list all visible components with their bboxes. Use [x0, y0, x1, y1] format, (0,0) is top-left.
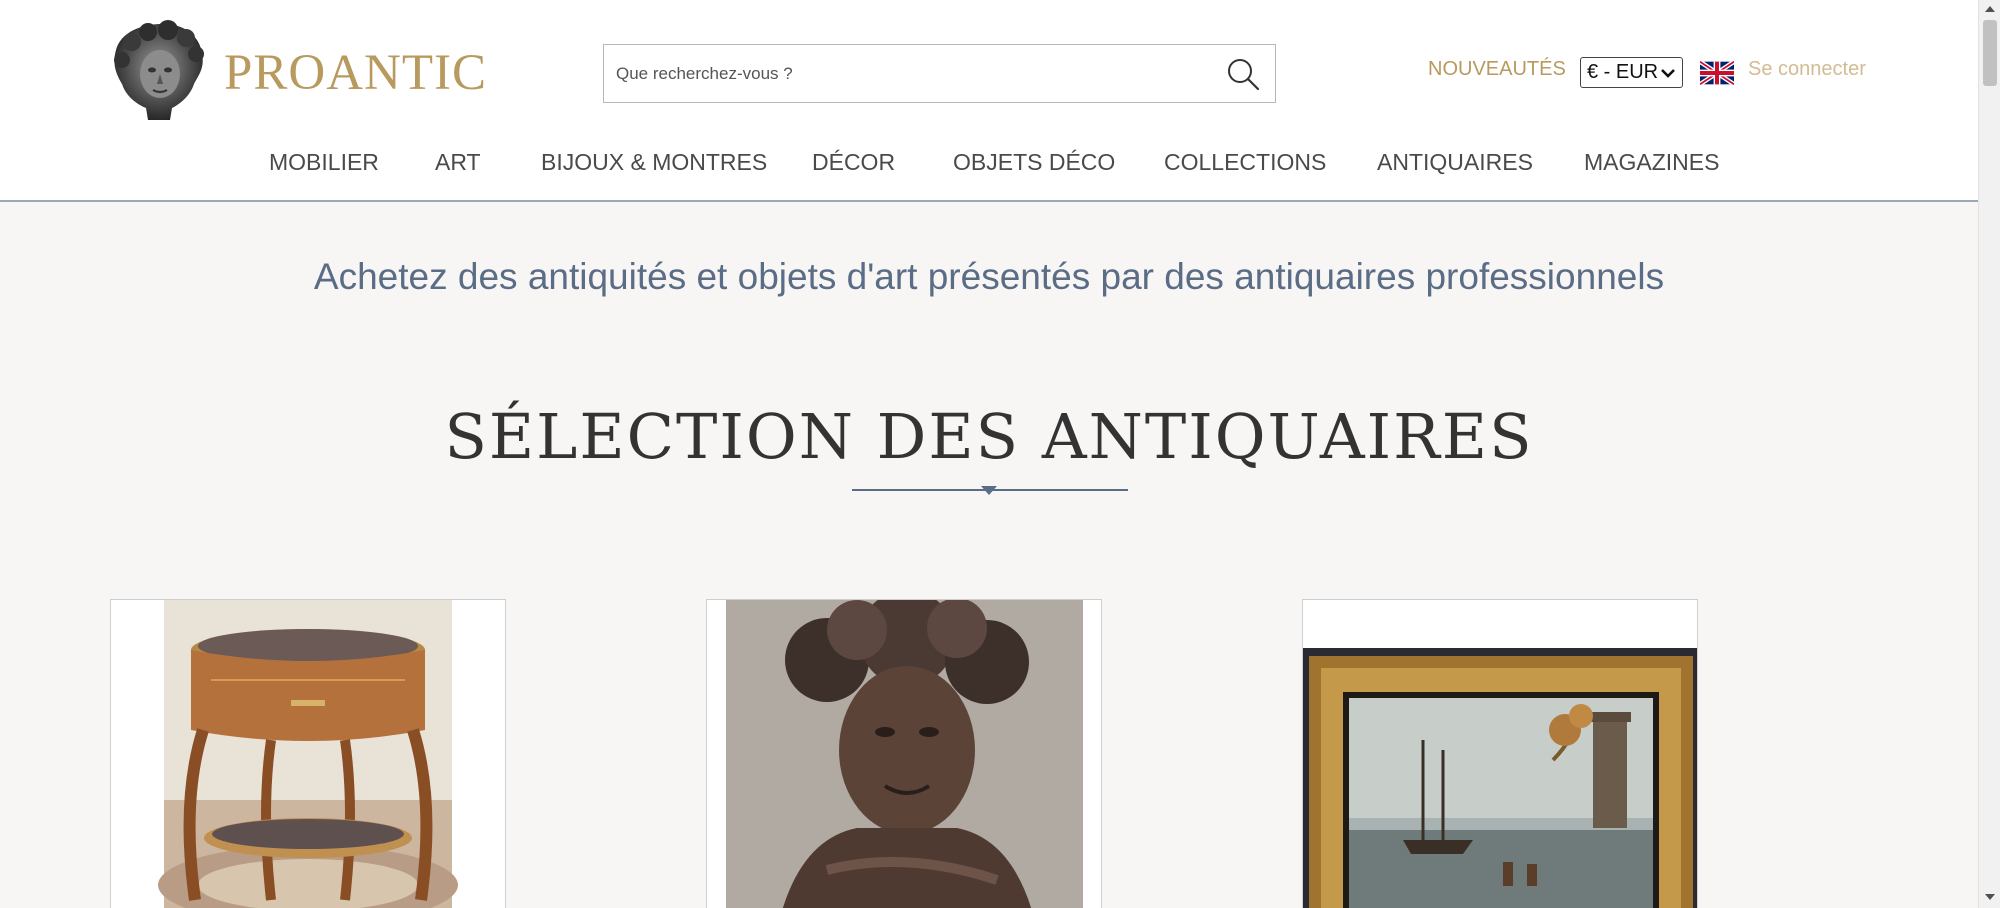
new-arrivals-link[interactable]: NOUVEAUTÉS	[1428, 58, 1566, 81]
scroll-up-arrow-icon[interactable]	[1984, 4, 1996, 14]
nav-item-bijoux-montres[interactable]: BIJOUX & MONTRES	[541, 149, 767, 176]
product-card[interactable]	[110, 599, 506, 908]
scrollbar-thumb[interactable]	[1983, 20, 1997, 86]
nav-item-objets-deco[interactable]: OBJETS DÉCO	[953, 149, 1115, 176]
uk-flag-icon[interactable]	[1700, 61, 1734, 85]
main-nav: MOBILIER ART BIJOUX & MONTRES DÉCOR OBJE…	[0, 149, 1978, 179]
nav-item-collections[interactable]: COLLECTIONS	[1164, 149, 1326, 176]
search-icon	[1228, 59, 1260, 91]
search-button[interactable]	[1222, 53, 1264, 95]
tagline: Achetez des antiquités et objets d'art p…	[313, 256, 1665, 297]
nav-item-mobilier[interactable]: MOBILIER	[269, 149, 379, 176]
site-header: PROANTIC NOUVEAUTÉS € - EUR Se connecter…	[0, 0, 1978, 202]
nav-item-antiquaires[interactable]: ANTIQUAIRES	[1377, 149, 1533, 176]
currency-select[interactable]: € - EUR	[1580, 57, 1683, 88]
logo-text[interactable]: PROANTIC	[224, 44, 487, 102]
divider-ornament	[981, 486, 997, 495]
login-link[interactable]: Se connecter	[1748, 58, 1866, 81]
product-image-bronze-bust	[707, 600, 1101, 908]
currency-value: € - EUR	[1587, 61, 1659, 83]
product-image-side-table	[111, 600, 505, 908]
section-title: SÉLECTION DES ANTIQUAIRES	[444, 400, 1534, 473]
vertical-scrollbar[interactable]	[1978, 0, 2000, 908]
scroll-down-arrow-icon[interactable]	[1984, 892, 1996, 902]
nav-item-decor[interactable]: DÉCOR	[812, 149, 895, 176]
search-bar	[603, 44, 1276, 103]
chevron-down-icon	[1661, 69, 1675, 78]
product-card[interactable]	[706, 599, 1102, 908]
product-card[interactable]	[1302, 599, 1698, 908]
logo-bust-icon[interactable]	[110, 20, 208, 122]
product-image-marine-painting	[1303, 600, 1697, 908]
search-input[interactable]	[616, 45, 1196, 102]
nav-item-art[interactable]: ART	[435, 149, 481, 176]
nav-item-magazines[interactable]: MAGAZINES	[1584, 149, 1719, 176]
